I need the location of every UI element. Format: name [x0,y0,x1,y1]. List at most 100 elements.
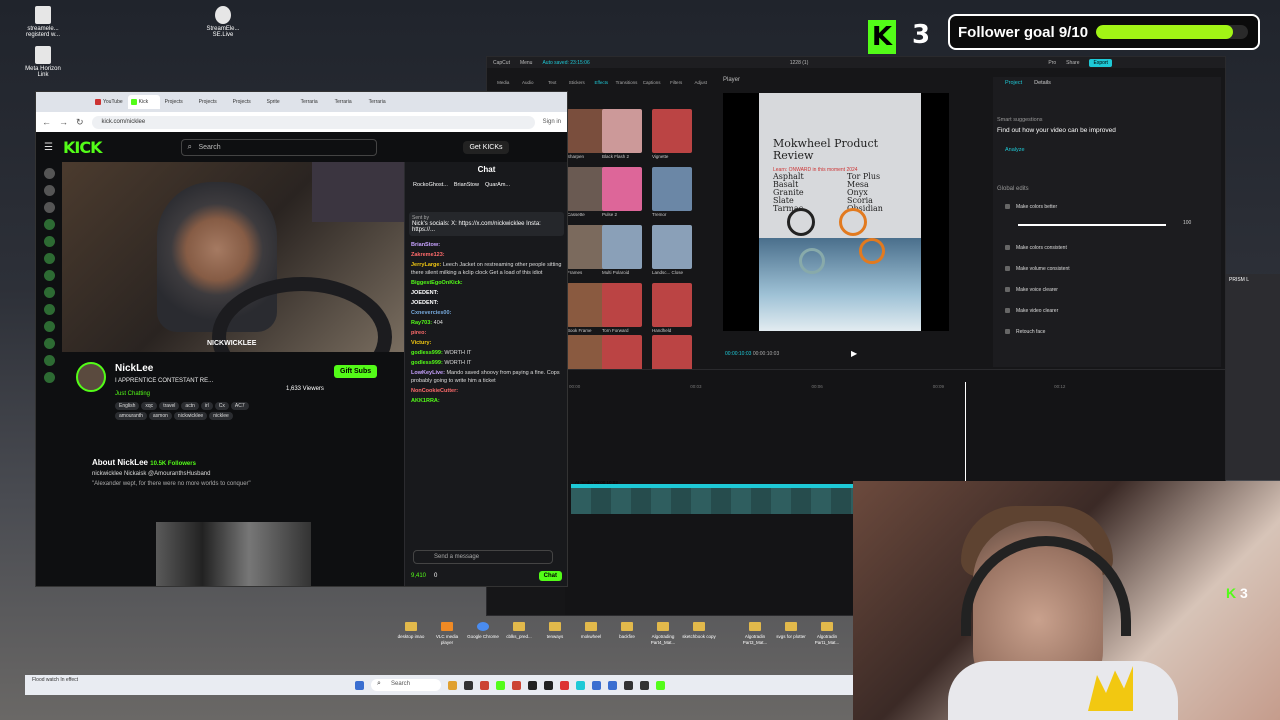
effect-thumb[interactable]: Pulse 2 [602,167,642,217]
tag[interactable]: nickwicklee [173,412,208,420]
tag[interactable]: English [115,402,140,410]
app-icon[interactable] [576,680,585,690]
back-icon[interactable]: ← [42,117,51,127]
channel-avatar[interactable] [43,287,55,298]
tool-audio[interactable]: Audio [518,70,539,90]
stream-video[interactable]: NICKWICKLEE [62,162,404,352]
tag[interactable]: travel [159,402,180,410]
edit-make-voice-clearer[interactable]: Make voice clearer [1005,287,1058,293]
desktop-folder[interactable]: desktop imao [394,622,428,646]
windows-start-icon[interactable] [355,680,364,690]
edit-make-volume-consistent[interactable]: Make volume consistent [1005,266,1070,272]
tag[interactable]: irl [200,402,213,410]
streamer-name[interactable]: NickLee [115,363,153,374]
browser-tab[interactable]: Terraria [332,95,364,109]
forward-icon[interactable]: → [59,117,68,127]
chat-input[interactable]: Send a message [413,550,553,564]
desktop-folder[interactable]: mokwheel [574,622,608,646]
tab-details[interactable]: Details [1034,80,1051,86]
channel-avatar[interactable] [43,304,55,315]
tool-stickers[interactable]: Stickers [567,70,588,90]
pro-button[interactable]: Pro [1048,60,1056,66]
effect-thumb[interactable]: Tremor [652,167,692,217]
desktop-folder[interactable]: Algotradin Part1_Mat... [810,622,844,646]
tool-text[interactable]: Text [542,70,563,90]
browser-tab[interactable]: Projects [230,95,262,109]
kicks-balance[interactable]: 9,410 [411,573,426,579]
tag[interactable]: asmon [148,412,172,420]
browser-tab[interactable]: Sprite [264,95,296,109]
desktop-folder[interactable]: tenways [538,622,572,646]
edit-make-colors-consistent[interactable]: Make colors consistent [1005,245,1067,251]
channel-avatar[interactable] [43,236,55,247]
channel-avatar[interactable] [43,372,55,383]
desktop-icon-se-live[interactable]: StreamEle... SE.Live [200,6,246,38]
effect-thumb[interactable]: Vignette [652,109,692,159]
pinned-message[interactable]: Sent by Nick's socials: X: https://x.com… [409,212,564,236]
capcut-menu[interactable]: Menu [520,60,533,66]
send-chat-button[interactable]: Chat [538,570,562,581]
following-icon[interactable] [43,202,55,213]
effect-thumb[interactable]: Book Frame [567,283,607,333]
desktop-folder[interactable]: Algotrading Part4_Mat... [646,622,680,646]
desktop-folder[interactable]: cblks_pred... [502,622,536,646]
tab-project[interactable]: Project [1005,80,1022,86]
social-links[interactable]: nickwicklee Nickaisk @AmouranthsHusband [92,471,392,477]
app-icon[interactable] [656,680,665,690]
file-explorer-icon[interactable] [448,680,457,690]
effect-thumb[interactable]: Sharpen [567,109,607,159]
tag[interactable]: actn [181,402,199,410]
browser-tab-active[interactable]: Kick [127,95,160,109]
desktop-folder[interactable]: VLC media player [430,622,464,646]
app-icon[interactable] [624,680,633,690]
effect-thumb[interactable]: Frames [567,225,607,275]
url-field[interactable]: kick.com/nicklee [91,115,535,129]
effect-thumb[interactable]: Black Flash 2 [602,109,642,159]
sign-in-button[interactable]: Sign in [543,119,561,125]
browser-tab[interactable]: Projects [196,95,228,109]
channel-avatar[interactable] [43,253,55,264]
desktop-icon-streamelements[interactable]: streamele... registerd w... [20,6,66,38]
effect-thumb[interactable]: Landsc... Close [652,225,692,275]
edit-retouch-face[interactable]: Retouch face [1005,329,1045,335]
app-icon[interactable] [480,680,489,690]
tag[interactable]: Cx [214,402,229,410]
gift-subs-button[interactable]: Gift Subs [334,365,378,378]
tag[interactable]: AC7 [230,402,249,410]
streamer-avatar[interactable] [76,362,106,392]
tool-filters[interactable]: Filters [666,70,687,90]
export-button[interactable]: Export [1089,58,1112,67]
app-icon[interactable] [544,680,553,690]
tool-effects[interactable]: Effects [591,70,612,90]
edit-make-video-clearer[interactable]: Make video clearer [1005,308,1058,314]
desktop-folder[interactable]: Algotradin Part3_Mat... [738,622,772,646]
kick-search-input[interactable]: Search [181,138,378,156]
tag[interactable]: xqc [141,402,158,410]
effect-thumb[interactable]: Cassette [567,167,607,217]
gift-count[interactable]: 0 [434,573,437,579]
app-icon[interactable] [528,680,537,690]
browser-tab[interactable]: YouTube [92,95,126,109]
desktop-folder[interactable]: svgs for plotter [774,622,808,646]
browser-tab[interactable]: Terraria [366,95,398,109]
stream-category[interactable]: Just Chatting [115,391,150,397]
channel-avatar[interactable] [43,219,55,230]
vscode-icon[interactable] [592,680,601,690]
effect-thumb[interactable]: Handheld [652,283,692,333]
taskbar-search[interactable]: Search [371,679,441,691]
desktop-folder[interactable]: backfire [610,622,644,646]
desktop-icon-meta-horizon-link[interactable]: Meta Horizon Link [20,46,66,78]
tag[interactable]: amouranth [115,412,147,420]
app-icon[interactable] [512,680,521,690]
desktop-folder[interactable]: sketchbook copy [682,622,716,646]
get-kicks-button[interactable]: Get KICKs [463,140,509,154]
browser-tab[interactable]: Projects [162,95,194,109]
colors-slider[interactable] [1018,224,1166,226]
share-button[interactable]: Share [1066,60,1079,66]
app-icon[interactable] [560,680,569,690]
play-icon[interactable]: ▶ [851,349,857,358]
tool-adjust[interactable]: Adjust [690,70,711,90]
tool-captions[interactable]: Captions [641,70,662,90]
kick-logo[interactable]: KICK [63,138,102,157]
effect-thumb[interactable]: Torn Forward [602,283,642,333]
